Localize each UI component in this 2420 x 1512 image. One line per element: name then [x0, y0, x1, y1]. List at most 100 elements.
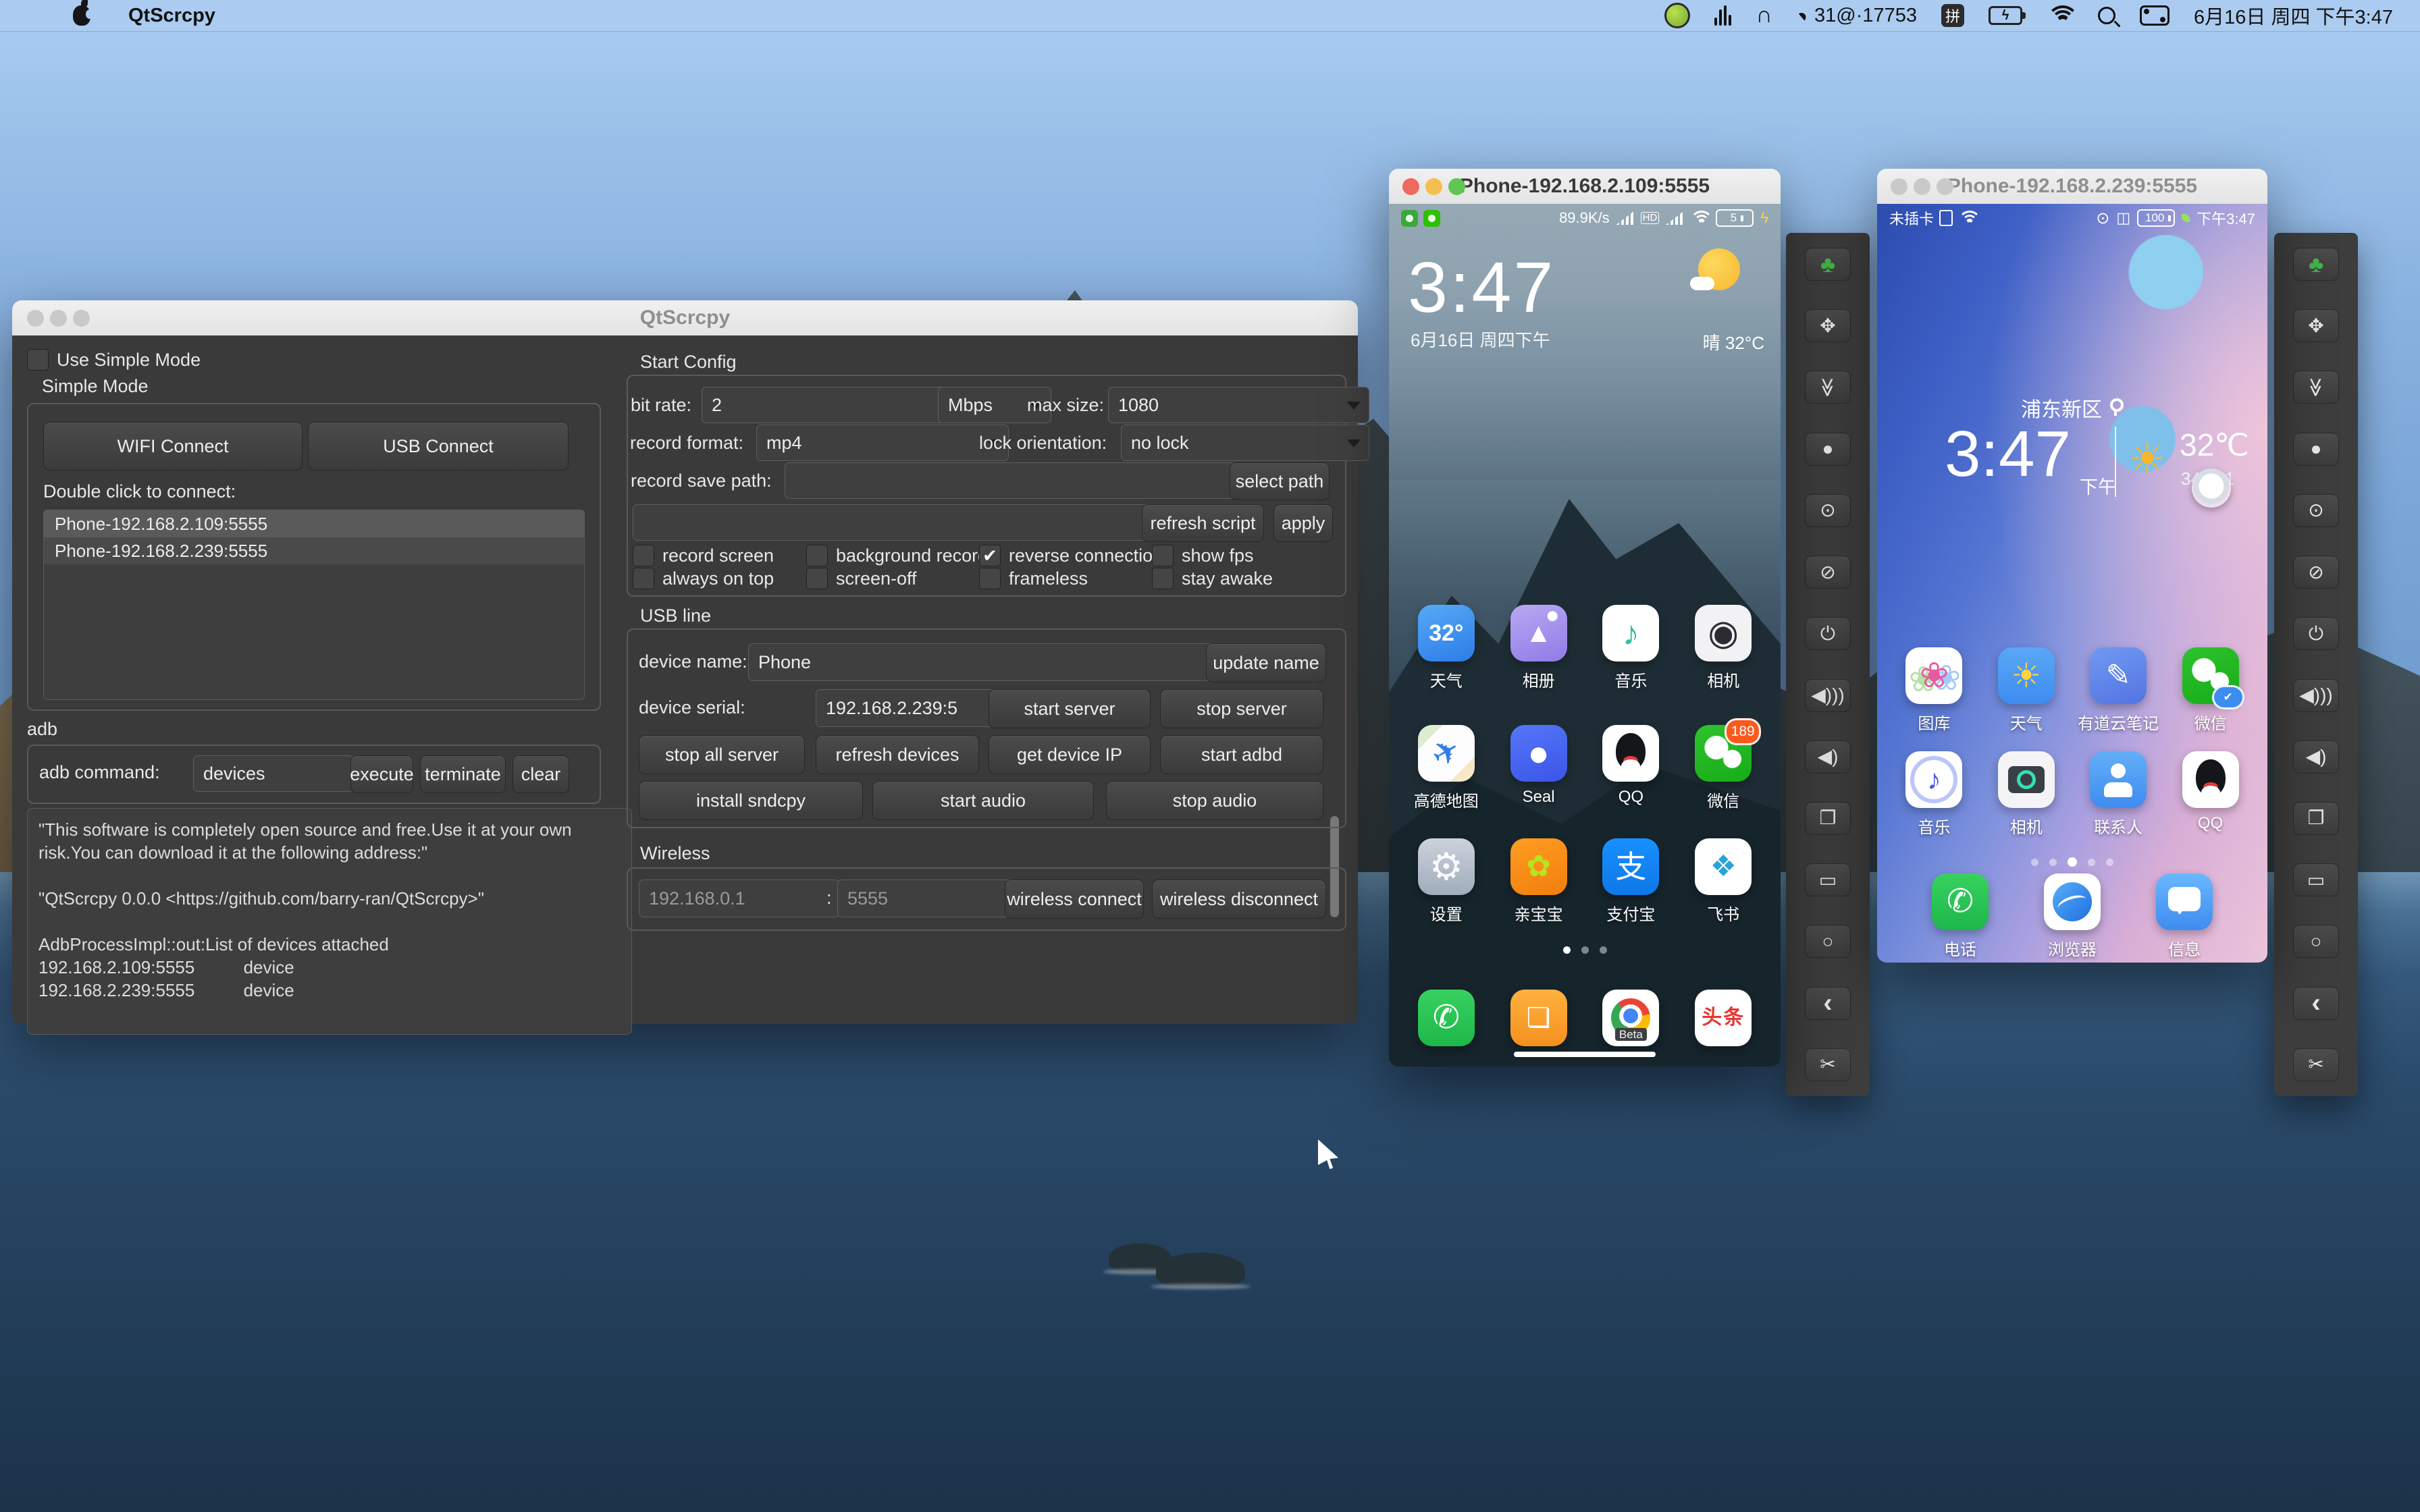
- wireless-connect-button[interactable]: wireless connect: [1005, 880, 1144, 919]
- volume-up-button[interactable]: ◀))): [2293, 678, 2339, 712]
- dock-phone[interactable]: ✆: [1402, 990, 1491, 1046]
- zoom-button[interactable]: [73, 310, 90, 327]
- screenshot-button[interactable]: ✂: [2293, 1048, 2339, 1081]
- feishu-app-icon[interactable]: ❖: [1695, 838, 1752, 895]
- messages-app-icon[interactable]: [2156, 873, 2213, 930]
- control-center-icon[interactable]: [2140, 5, 2170, 26]
- browser-app-icon[interactable]: [2044, 873, 2101, 930]
- qinbaobao-app-icon[interactable]: ✿: [1510, 838, 1567, 895]
- input-method-icon[interactable]: 拼: [1941, 4, 1965, 27]
- phone-app-icon[interactable]: ✆: [1417, 990, 1475, 1046]
- app-amap[interactable]: ✈ 高德地图: [1402, 725, 1491, 811]
- alipay-app-icon[interactable]: 支: [1602, 838, 1660, 895]
- battery-icon[interactable]: ϟ: [1989, 6, 2026, 25]
- show-screen-button[interactable]: ⊙: [1805, 493, 1851, 527]
- collapse-toolbar-button[interactable]: ≫: [2293, 371, 2339, 404]
- stop-audio-button[interactable]: stop audio: [1106, 781, 1323, 820]
- dock-toutiao[interactable]: 头条: [1679, 990, 1768, 1046]
- start-adbd-button[interactable]: start adbd: [1160, 735, 1323, 774]
- phone1-screen[interactable]: 89.9K/s HD 5 ϟ 3:47 6月16日 周四下午 晴 32°C 32…: [1389, 204, 1781, 1066]
- app-switch-button[interactable]: ❐: [2293, 801, 2339, 835]
- group-control-button[interactable]: ♣: [1805, 248, 1851, 281]
- record-save-path-input[interactable]: [785, 462, 1238, 499]
- dock-messages[interactable]: 信息: [2140, 873, 2229, 960]
- toutiao-app-icon[interactable]: 头条: [1695, 990, 1752, 1046]
- wifi-icon[interactable]: [2047, 5, 2080, 26]
- device-list[interactable]: Phone-192.168.2.109:5555 Phone-192.168.2…: [43, 510, 585, 700]
- app-seal[interactable]: ● Seal: [1494, 725, 1583, 811]
- camera-app-icon[interactable]: ◉: [1695, 605, 1752, 662]
- app-gallery[interactable]: ❀ 图库: [1889, 647, 1978, 734]
- adb-log-output[interactable]: "This software is completely open source…: [27, 808, 632, 1035]
- menu-app-name[interactable]: QtScrcpy: [128, 5, 215, 27]
- execute-button[interactable]: execute: [350, 755, 414, 793]
- app-contacts[interactable]: 联系人: [2074, 751, 2163, 838]
- stay-awake-checkbox[interactable]: stay awake: [1152, 568, 1273, 589]
- music-app-icon[interactable]: ♪: [1602, 605, 1660, 662]
- audio-wave-icon[interactable]: [1714, 5, 1732, 26]
- app-youdao-note[interactable]: ✎ 有道云笔记: [2074, 647, 2163, 734]
- script-select[interactable]: [633, 504, 1168, 541]
- volume-down-button[interactable]: ◀): [1805, 740, 1851, 774]
- wechat-app-icon[interactable]: 189: [1695, 718, 1762, 782]
- back-button[interactable]: ‹: [2293, 986, 2339, 1020]
- chrome-beta-app-icon[interactable]: Beta: [1602, 990, 1660, 1046]
- home-button[interactable]: ○: [2293, 925, 2339, 959]
- network-stat-item[interactable]: ◗ 31@·17753: [1791, 3, 1917, 28]
- gallery-app-icon[interactable]: ❀: [1905, 647, 1963, 704]
- apple-menu-icon[interactable]: [73, 0, 94, 26]
- show-screen-button[interactable]: ⊙: [2293, 493, 2339, 527]
- power-button[interactable]: ⏻: [2293, 617, 2339, 651]
- screen-off-checkbox[interactable]: screen-off: [806, 568, 917, 589]
- record-format-select[interactable]: mp4: [756, 425, 1009, 461]
- orange-app-icon[interactable]: ❏: [1510, 990, 1567, 1046]
- app-music[interactable]: ♪ 音乐: [1586, 605, 1675, 691]
- touch-button[interactable]: ●: [2293, 432, 2339, 466]
- touch-button[interactable]: ●: [1805, 432, 1851, 466]
- close-button[interactable]: [1891, 178, 1908, 195]
- zoom-button[interactable]: [1448, 178, 1465, 195]
- show-fps-checkbox[interactable]: show fps: [1152, 545, 1254, 566]
- refresh-devices-button[interactable]: refresh devices: [816, 735, 979, 774]
- minimize-button[interactable]: [1425, 178, 1442, 195]
- start-audio-button[interactable]: start audio: [872, 781, 1094, 820]
- search-icon[interactable]: [2098, 7, 2116, 24]
- collapse-toolbar-button[interactable]: ≫: [1805, 371, 1851, 404]
- music-app-icon[interactable]: ♪: [1905, 751, 1963, 808]
- menu-button[interactable]: ▭: [2293, 863, 2339, 897]
- usb-connect-button[interactable]: USB Connect: [308, 422, 569, 470]
- frameless-checkbox[interactable]: frameless: [979, 568, 1088, 589]
- menu-clock[interactable]: 6月16日 周四 下午3:47: [2194, 1, 2393, 30]
- apply-button[interactable]: apply: [1273, 504, 1333, 542]
- app-qinbaobao[interactable]: ✿ 亲宝宝: [1494, 838, 1583, 925]
- reverse-connection-checkbox[interactable]: ✔ reverse connection: [979, 545, 1163, 566]
- app-music[interactable]: ♪ 音乐: [1889, 751, 1978, 838]
- always-on-top-checkbox[interactable]: always on top: [633, 568, 774, 589]
- app-camera[interactable]: 相机: [1982, 751, 2071, 838]
- close-button[interactable]: [1402, 178, 1419, 195]
- menu-button[interactable]: ▭: [1805, 863, 1851, 897]
- minimize-button[interactable]: [1914, 178, 1930, 195]
- app-switch-button[interactable]: ❐: [1805, 801, 1851, 835]
- youdao-note-app-icon[interactable]: ✎: [2090, 647, 2147, 704]
- qq-app-icon[interactable]: [1602, 725, 1660, 782]
- headset-icon[interactable]: ∩: [1756, 3, 1772, 26]
- terminate-button[interactable]: terminate: [420, 755, 506, 793]
- device-name-input[interactable]: Phone: [748, 643, 1217, 681]
- settings-app-icon[interactable]: ⚙: [1417, 838, 1475, 895]
- gallery-app-icon[interactable]: ▲: [1510, 605, 1567, 662]
- phone2-screen[interactable]: 未插卡 ⊙ ◫ 100 下午3:47 浦东新区 3:47 下午 ☀ 32℃ 34…: [1877, 204, 2267, 963]
- dock-phone[interactable]: ✆ 电话: [1916, 873, 2005, 960]
- dock-browser[interactable]: 浏览器: [2028, 873, 2117, 960]
- checkbox-box[interactable]: [27, 349, 49, 371]
- stop-server-button[interactable]: stop server: [1160, 689, 1323, 728]
- qq-app-icon[interactable]: [2182, 751, 2239, 808]
- app-qq[interactable]: QQ: [2166, 751, 2255, 838]
- volume-up-button[interactable]: ◀))): [1805, 678, 1851, 712]
- device-list-item[interactable]: Phone-192.168.2.109:5555: [44, 510, 584, 537]
- app-weather[interactable]: ☀ 天气: [1982, 647, 2071, 734]
- app-camera[interactable]: ◉ 相机: [1679, 605, 1768, 691]
- amap-app-icon[interactable]: ✈: [1417, 725, 1475, 782]
- wireless-port-input[interactable]: 5555: [837, 880, 1014, 917]
- contacts-app-icon[interactable]: [2090, 751, 2147, 808]
